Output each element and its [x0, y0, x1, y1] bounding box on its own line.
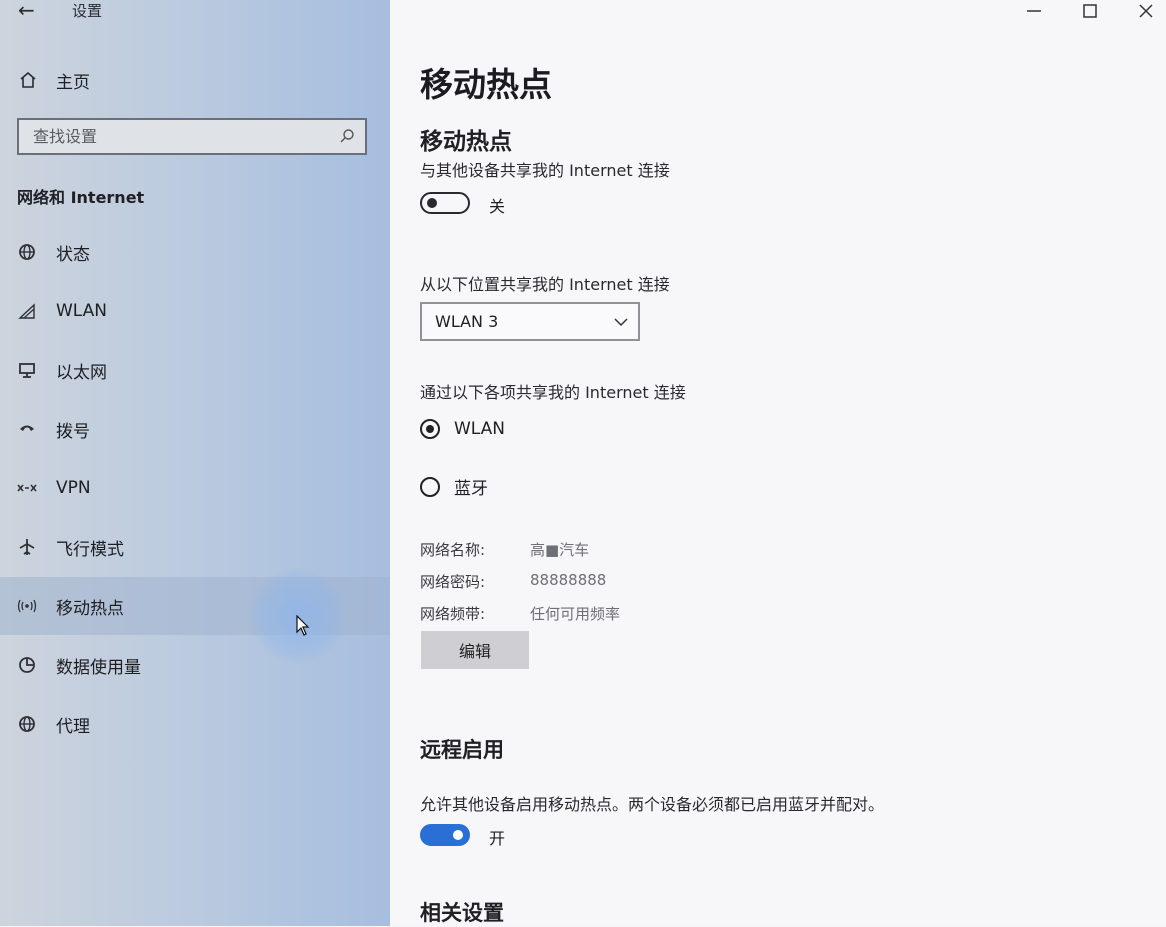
home-icon: [18, 71, 38, 89]
maximize-icon: [1083, 4, 1097, 18]
section-label: 网络和 Internet: [17, 188, 145, 207]
radio-label: 蓝牙: [454, 479, 488, 499]
password-row: 网络密码: 88888888: [420, 571, 606, 592]
minimize-button[interactable]: [1014, 0, 1054, 22]
data-usage-icon: [16, 656, 38, 674]
source-dropdown-value: WLAN 3: [435, 312, 499, 331]
page-title: 移动热点: [420, 65, 552, 104]
password-value: 88888888: [530, 571, 607, 589]
sidebar-item-label: 以太网: [56, 362, 107, 383]
sidebar-item-vpn[interactable]: VPN: [0, 459, 390, 517]
back-button[interactable]: ←: [18, 0, 35, 22]
sidebar-item-wlan[interactable]: WLAN: [0, 282, 390, 340]
window-title: 设置: [72, 2, 103, 20]
sidebar-item-home[interactable]: 主页: [18, 66, 90, 94]
network-name-label: 网络名称:: [420, 541, 486, 559]
mouse-cursor-icon: [296, 614, 310, 641]
close-icon: [1139, 4, 1153, 18]
hotspot-toggle-state: 关: [489, 197, 506, 216]
sidebar-item-label: 主页: [56, 72, 90, 93]
sidebar-item-label: 数据使用量: [56, 657, 141, 678]
sidebar-item-status[interactable]: 状态: [0, 223, 390, 281]
sidebar-item-airplane[interactable]: 飞行模式: [0, 518, 390, 576]
remote-heading: 远程启用: [420, 738, 504, 762]
sidebar-item-label: 拨号: [56, 421, 90, 442]
band-row: 网络频带: 任何可用频率: [420, 603, 620, 624]
sidebar-item-dialup[interactable]: 拨号: [0, 400, 390, 458]
search-icon[interactable]: [339, 128, 355, 148]
hotspot-icon: [16, 598, 38, 614]
password-label: 网络密码:: [420, 573, 486, 591]
minimize-icon: [1027, 10, 1041, 12]
maximize-button[interactable]: [1070, 0, 1110, 22]
vpn-icon: [16, 481, 38, 495]
main-content: 移动热点 移动热点 与其他设备共享我的 Internet 连接 关 从以下位置共…: [390, 0, 1166, 926]
sidebar-item-ethernet[interactable]: 以太网: [0, 341, 390, 399]
sidebar: ← 设置 主页 网络和 Internet 状态 WLAN 以太网: [0, 0, 390, 926]
hotspot-toggle[interactable]: [420, 192, 470, 214]
radio-wlan[interactable]: WLAN: [420, 419, 505, 439]
edit-button[interactable]: 编辑: [421, 631, 529, 669]
search-input[interactable]: [19, 120, 333, 153]
source-label: 从以下位置共享我的 Internet 连接: [420, 275, 670, 294]
share-description: 与其他设备共享我的 Internet 连接: [420, 161, 670, 180]
remote-toggle[interactable]: [420, 824, 470, 846]
airplane-icon: [16, 538, 38, 556]
sidebar-item-label: VPN: [56, 478, 91, 498]
chevron-down-icon: [614, 314, 628, 333]
remote-description: 允许其他设备启用移动热点。两个设备必须都已启用蓝牙并配对。: [420, 795, 885, 814]
band-value: 任何可用频率: [530, 605, 621, 623]
network-name-value: 高■汽车: [530, 541, 590, 559]
band-label: 网络频带:: [420, 605, 486, 623]
radio-button[interactable]: [420, 419, 440, 439]
source-dropdown[interactable]: WLAN 3: [420, 302, 640, 341]
close-button[interactable]: [1126, 0, 1166, 22]
radio-button[interactable]: [420, 476, 440, 497]
radio-bluetooth[interactable]: 蓝牙: [420, 474, 488, 499]
sidebar-item-label: 飞行模式: [56, 539, 124, 560]
proxy-icon: [16, 715, 38, 733]
sidebar-item-label: 状态: [56, 244, 90, 265]
related-settings-heading: 相关设置: [420, 901, 504, 925]
ethernet-icon: [16, 361, 38, 379]
sidebar-item-label: 代理: [56, 716, 90, 737]
sidebar-item-proxy[interactable]: 代理: [0, 695, 390, 753]
sidebar-item-label: 移动热点: [56, 598, 124, 619]
sidebar-item-label: WLAN: [56, 301, 108, 321]
search-box: [17, 118, 367, 155]
radio-label: WLAN: [454, 419, 506, 439]
globe-icon: [16, 243, 38, 261]
hotspot-heading: 移动热点: [420, 129, 512, 155]
share-via-label: 通过以下各项共享我的 Internet 连接: [420, 383, 686, 402]
network-name-row: 网络名称: 高■汽车: [420, 539, 589, 560]
wifi-icon: [16, 302, 38, 320]
dialup-icon: [16, 420, 38, 438]
remote-toggle-state: 开: [489, 829, 506, 848]
